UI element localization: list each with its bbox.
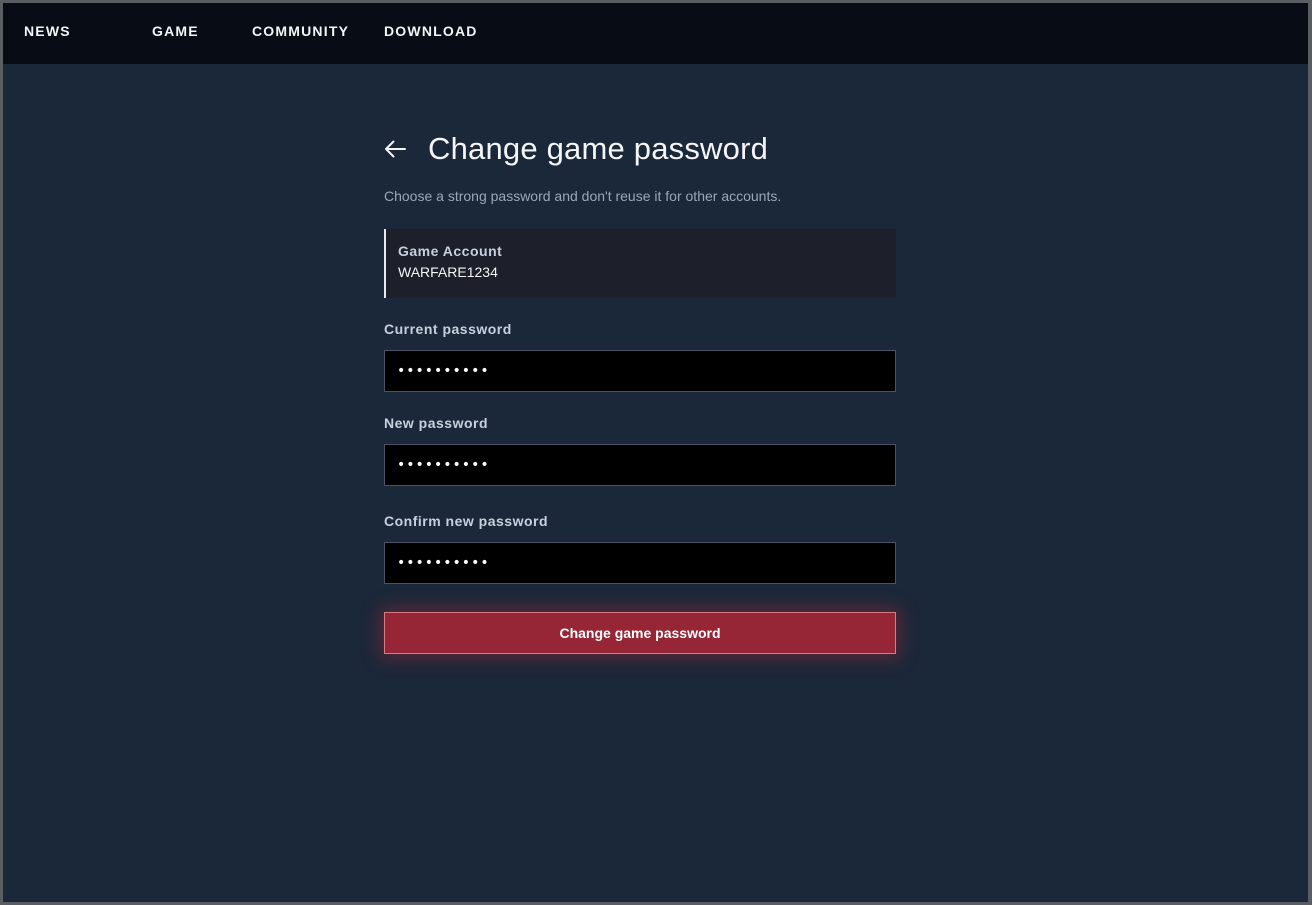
page-subtitle: Choose a strong password and don't reuse… [384, 188, 782, 204]
account-value: WARFARE1234 [398, 264, 498, 280]
title-row: Change game password [384, 131, 768, 167]
page-title: Change game password [428, 131, 769, 166]
new-password-field[interactable] [384, 444, 896, 486]
confirm-password-field[interactable] [384, 542, 896, 584]
game-account-card: Game Account WARFARE1234 [384, 229, 896, 298]
nav-item-download[interactable]: DOWNLOAD [384, 23, 478, 39]
arrow-left-icon [385, 140, 406, 158]
confirm-password-label: Confirm new password [384, 513, 549, 529]
account-label: Game Account [398, 243, 503, 259]
current-password-label: Current password [384, 321, 512, 337]
browser-window: NEWS GAME COMMUNITY DOWNLOAD Change game… [3, 3, 1308, 902]
back-button[interactable] [384, 136, 410, 162]
nav-item-community[interactable]: COMMUNITY [252, 23, 349, 39]
change-password-button[interactable]: Change game password [384, 612, 896, 654]
new-password-label: New password [384, 415, 489, 431]
nav-item-game[interactable]: GAME [152, 23, 199, 39]
nav-item-news[interactable]: NEWS [24, 23, 71, 39]
current-password-field[interactable] [384, 350, 896, 392]
top-navigation: NEWS GAME COMMUNITY DOWNLOAD [3, 3, 1308, 64]
